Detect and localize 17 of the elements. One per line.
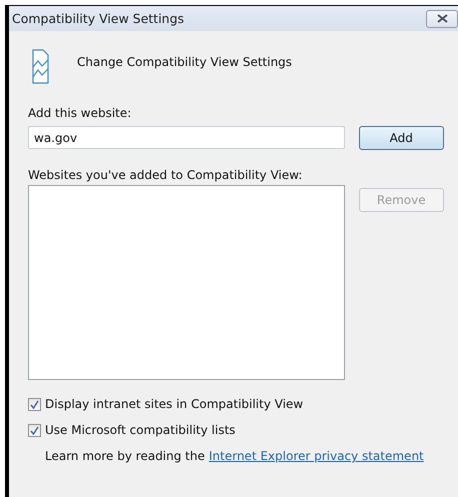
add-button[interactable]: Add [358,126,444,150]
field-label: Add this website: [28,106,132,120]
checkbox[interactable] [28,398,41,410]
window-title: Compatibility View Settings [12,11,184,26]
checkbox-label: Use Microsoft compatibility lists [45,423,236,437]
list-label: Websites you've added to Compatibility View: [28,168,304,182]
checkbox-label: Display intranet sites in Compatibility View [45,397,304,411]
dialog-heading: Change Compatibility View Settings [77,55,292,69]
checkbox[interactable] [28,424,41,436]
document-icon [32,49,49,84]
close-icon [436,14,448,23]
checkmark-icon [30,426,39,434]
checkmark-icon [30,400,39,408]
privacy-link[interactable]: Internet Explorer privacy statement [208,449,424,463]
info-text: Learn more by reading the [45,449,205,463]
website-input[interactable]: wa.gov [28,126,345,149]
close-button[interactable] [426,10,458,28]
